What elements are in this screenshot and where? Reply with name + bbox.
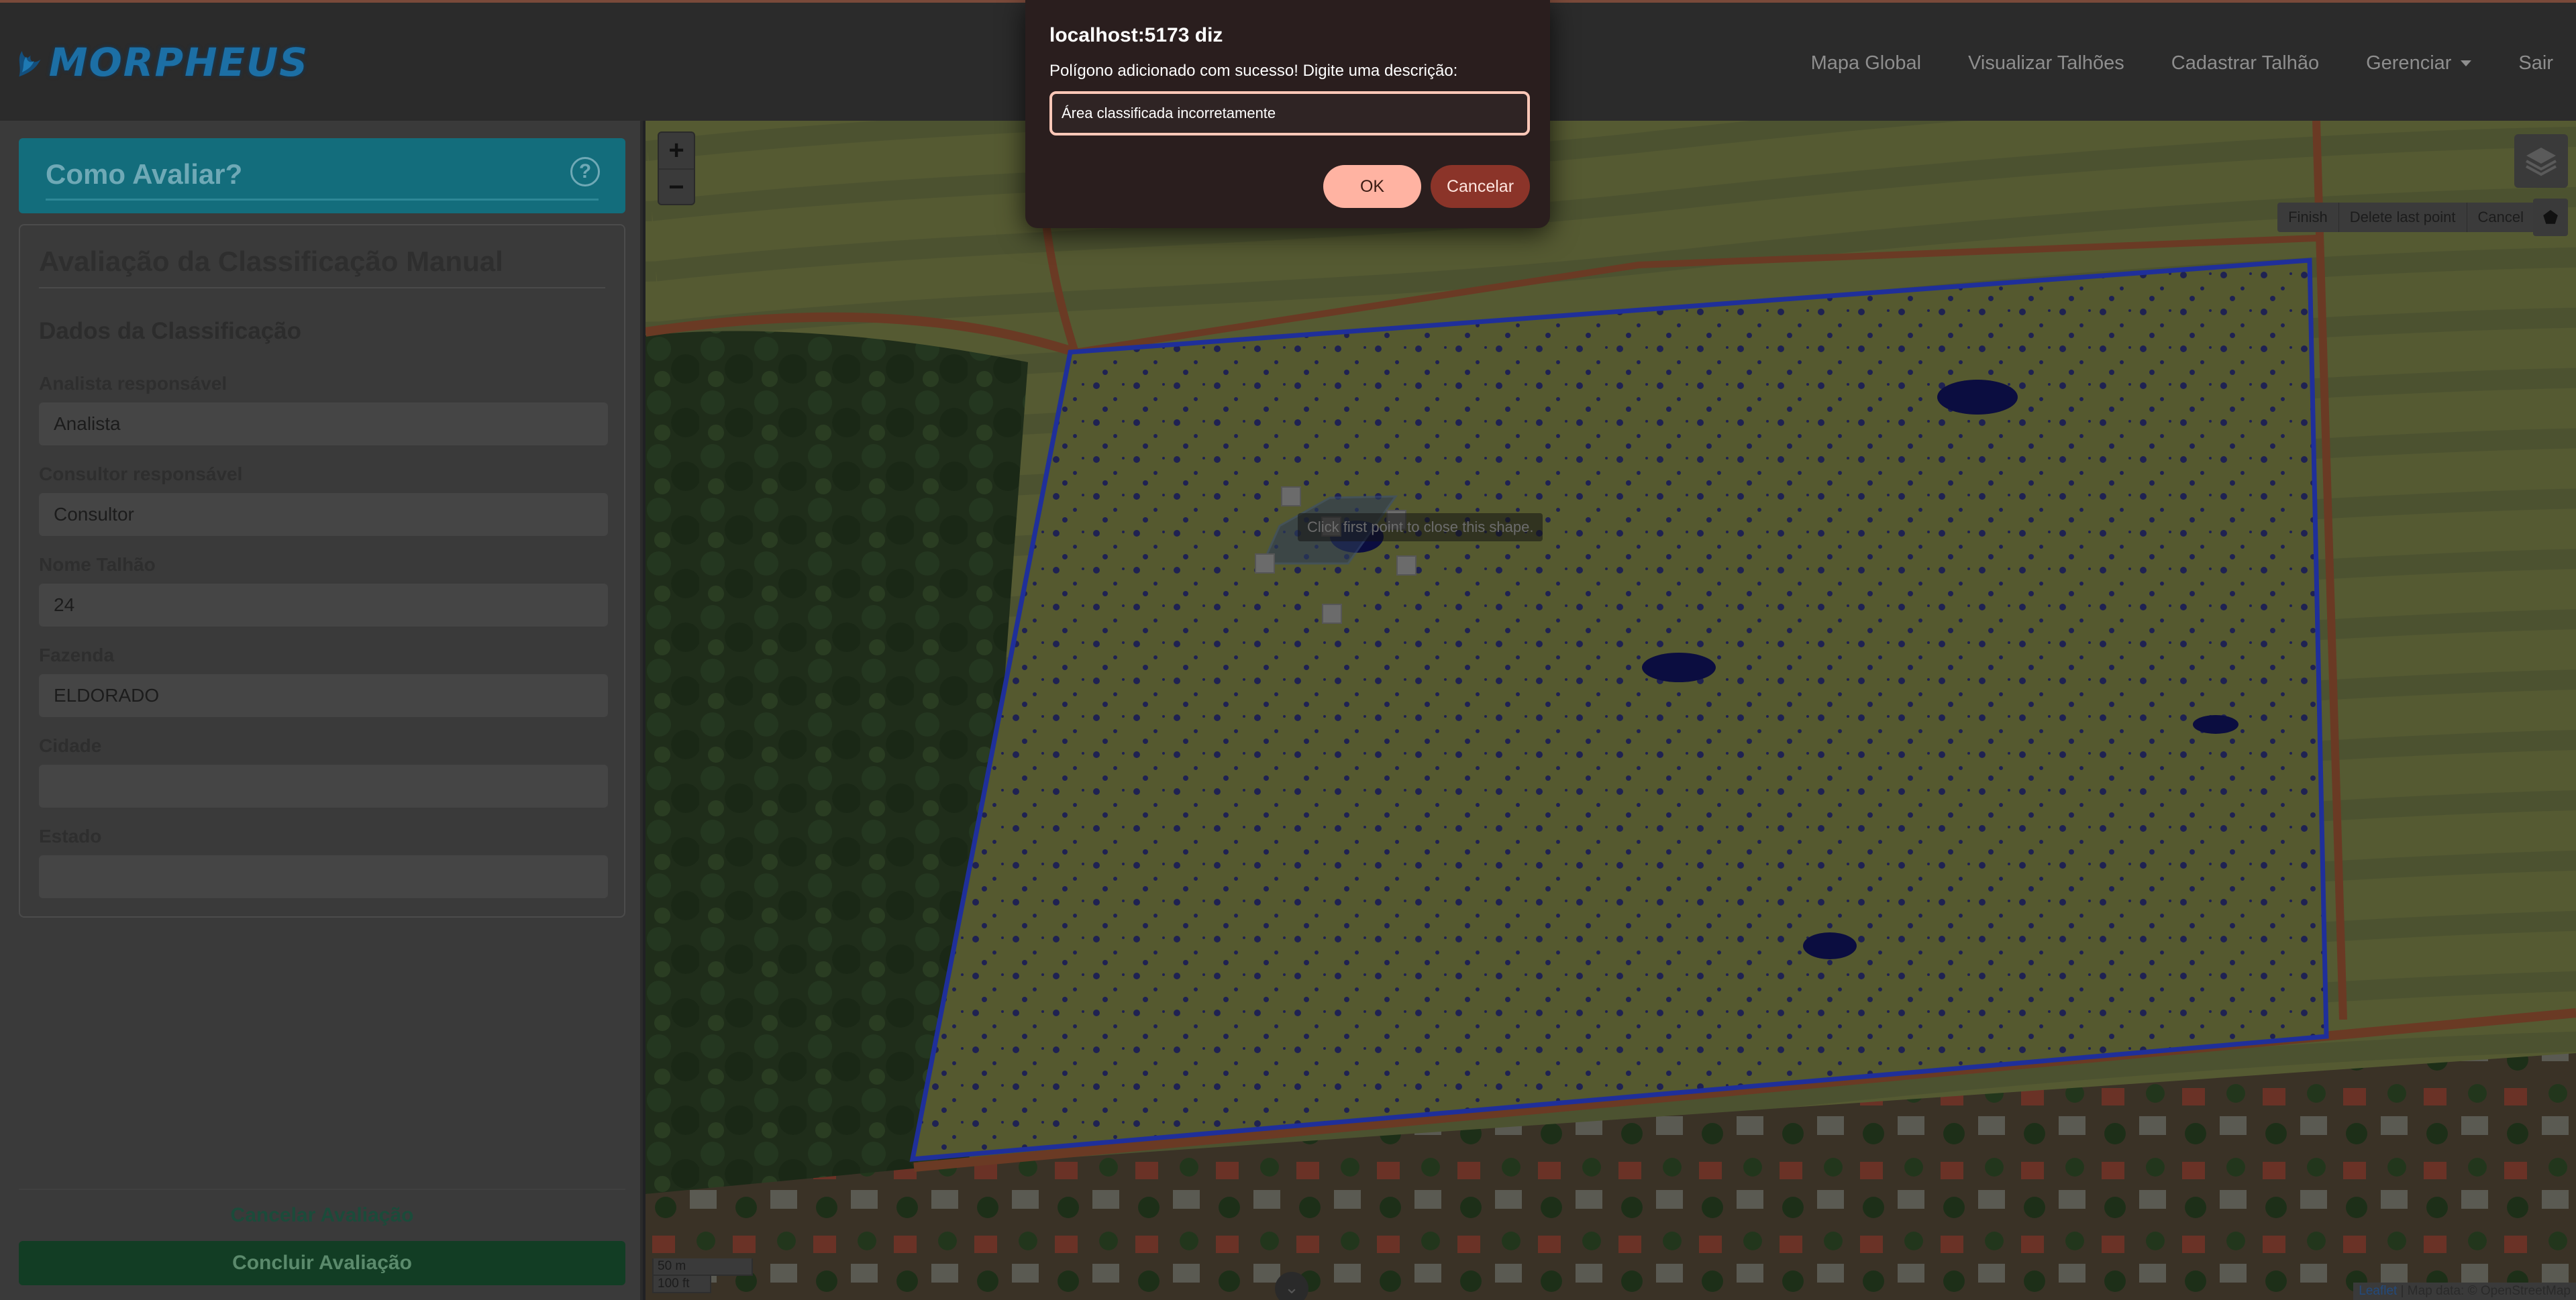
polygon-vertex[interactable] [1396,555,1416,576]
delete-last-point-button[interactable]: Delete last point [2339,203,2467,232]
plot-name-label: Nome Talhão [39,554,156,575]
sidebar: Como Avaliar? ? Avaliação da Classificaç… [0,121,643,1300]
zoom-control: + − [658,131,695,205]
description-input[interactable]: Área classificada incorretamente [1049,91,1530,136]
page: MORPHEUS Mapa Global Visualizar Talhões … [0,0,2576,1300]
zoom-in-button[interactable]: + [659,133,694,168]
city-field[interactable] [39,765,608,808]
farm-field[interactable]: ELDORADO [39,674,608,717]
phoenix-logo-icon [19,50,41,77]
help-divider [46,199,599,201]
how-to-evaluate-card[interactable]: Como Avaliar? ? [19,138,625,213]
logo[interactable]: MORPHEUS [13,19,309,106]
question-icon[interactable]: ? [570,157,600,186]
draw-actions-toolbar: Finish Delete last point Cancel [2277,203,2534,232]
conclude-evaluation-button[interactable]: Concluir Avaliação [19,1241,625,1285]
state-label: Estado [39,826,102,847]
finish-button[interactable]: Finish [2277,203,2339,232]
analyst-field[interactable]: Analista [39,402,608,445]
layers-button[interactable] [2514,134,2568,188]
polygon-vertex[interactable] [1322,604,1342,624]
caret-down-icon [2461,60,2472,67]
leaflet-link[interactable]: Leaflet [2359,1284,2397,1298]
map-imagery [646,121,2576,1300]
help-title: Como Avaliar? [46,158,243,190]
nav-link-cadastrar-talhao[interactable]: Cadastrar Talhão [2171,52,2319,74]
prompt-dialog: localhost:5173 diz Polígono adicionado c… [1025,0,1550,228]
layers-icon [2526,148,2557,176]
form-divider [39,287,605,288]
nav-link-gerenciar-label: Gerenciar [2366,52,2452,74]
polygon-draw-icon[interactable]: ⬟ [2533,199,2568,236]
plot-name-field[interactable]: 24 [39,584,608,627]
dialog-title: localhost:5173 diz [1049,24,1223,46]
nav-link-sair[interactable]: Sair [2518,52,2553,74]
city-label: Cidade [39,735,102,756]
nav-link-mapa-global[interactable]: Mapa Global [1811,52,1921,74]
cancel-evaluation-button[interactable]: Cancelar Avaliação [19,1189,625,1240]
scale-imperial: 100 ft [652,1276,711,1293]
polygon-vertex[interactable] [1281,486,1301,506]
ok-button[interactable]: OK [1323,165,1421,208]
form-title: Avaliação da Classificação Manual [39,246,503,277]
cancel-button[interactable]: Cancelar [1431,165,1530,208]
zoom-out-button[interactable]: − [659,168,694,204]
map-attribution: Leaflet | Map data: © OpenStreetMap [2353,1283,2576,1300]
chevron-down-icon[interactable]: ⌄ [1275,1272,1308,1300]
attribution-text: | Map data: © OpenStreetMap [2397,1284,2571,1298]
consultant-label: Consultor responsável [39,464,243,484]
cancel-draw-button[interactable]: Cancel [2467,203,2534,232]
evaluation-form: Avaliação da Classificação Manual Dados … [19,224,625,918]
analyst-label: Analista responsável [39,373,227,394]
dialog-message: Polígono adicionado com sucesso! Digite … [1049,62,1458,80]
scale-metric: 50 m [652,1258,753,1276]
consultant-field[interactable]: Consultor [39,493,608,536]
state-field[interactable] [39,855,608,898]
draw-tooltip: Click first point to close this shape. [1298,513,1543,541]
logo-text: MORPHEUS [48,40,309,85]
satellite-map[interactable]: + − Finish Delete last point Cancel ⬟ Cl… [646,121,2576,1300]
farm-label: Fazenda [39,645,115,665]
nav-links: Mapa Global Visualizar Talhões Cadastrar… [1811,3,2576,123]
polygon-vertex[interactable] [1255,553,1275,574]
nav-dropdown-gerenciar[interactable]: Gerenciar [2366,52,2472,74]
section-title: Dados da Classificação [39,318,301,344]
nav-link-visualizar-talhoes[interactable]: Visualizar Talhões [1968,52,2124,74]
